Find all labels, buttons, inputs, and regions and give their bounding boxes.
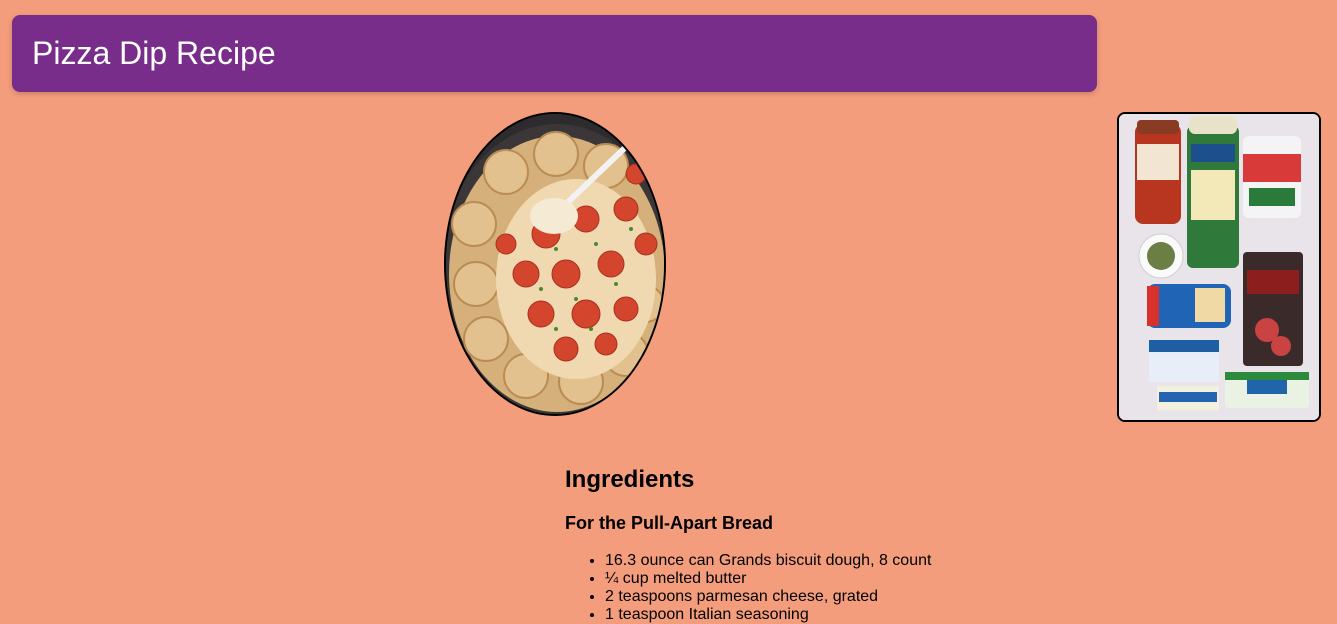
ingredient-list: 16.3 ounce can Grands biscuit dough, 8 c…	[565, 552, 1165, 624]
ingredient-item: 1 teaspoon Italian seasoning	[605, 606, 1165, 624]
pizza-dip-photo	[444, 112, 666, 416]
ingredient-item: 2 teaspoons parmesan cheese, grated	[605, 588, 1165, 606]
ingredients-section: Ingredients For the Pull-Apart Bread 16.…	[565, 466, 1165, 624]
ingredient-item: ¼ cup melted butter	[605, 570, 1165, 588]
ingredient-item: 16.3 ounce can Grands biscuit dough, 8 c…	[605, 552, 1165, 570]
ingredients-heading: Ingredients	[565, 466, 695, 493]
page-header: Pizza Dip Recipe	[12, 15, 1097, 92]
page-title: Pizza Dip Recipe	[32, 35, 276, 71]
section-title: For the Pull-Apart Bread	[565, 513, 774, 533]
ingredients-photo	[1117, 112, 1321, 422]
